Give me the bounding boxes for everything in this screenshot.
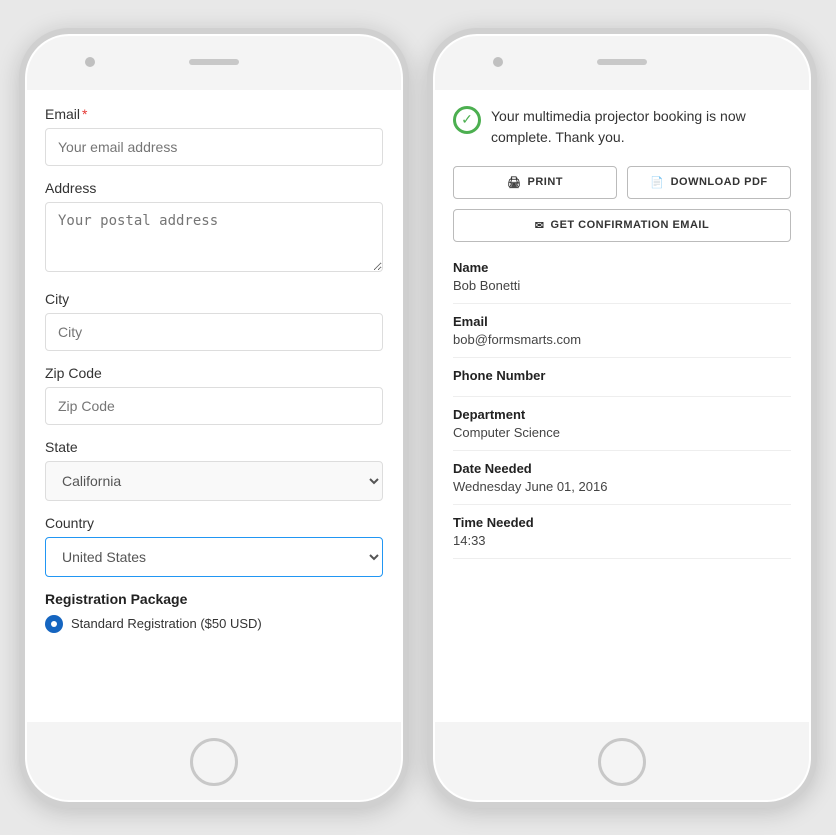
print-label: PRINT — [527, 176, 563, 188]
zip-label: Zip Code — [45, 365, 383, 381]
detail-email: Email bob@formsmarts.com — [453, 314, 791, 358]
address-group: Address — [45, 180, 383, 277]
confirmation-email-label: GET CONFIRMATION EMAIL — [551, 219, 710, 231]
city-input[interactable] — [45, 313, 383, 351]
download-pdf-button[interactable]: 📄 DOWNLOAD PDF — [627, 166, 791, 199]
bottom-bar-left — [25, 722, 403, 802]
city-group: City — [45, 291, 383, 351]
state-label: State — [45, 439, 383, 455]
action-buttons-row1: 🖨 PRINT 📄 DOWNLOAD PDF — [453, 166, 791, 199]
download-label: DOWNLOAD PDF — [671, 176, 768, 188]
details-list: Name Bob Bonetti Email bob@formsmarts.co… — [453, 260, 791, 559]
state-select[interactable]: California New York Texas Florida — [45, 461, 383, 501]
email-input[interactable] — [45, 128, 383, 166]
get-confirmation-email-button[interactable]: ✉ GET CONFIRMATION EMAIL — [453, 209, 791, 242]
camera-right — [493, 57, 503, 67]
radio-dot[interactable] — [45, 615, 63, 633]
country-group: Country United States Canada United King… — [45, 515, 383, 577]
success-banner: ✓ Your multimedia projector booking is n… — [453, 106, 791, 148]
home-button-left[interactable] — [190, 738, 238, 786]
pdf-icon: 📄 — [650, 176, 664, 189]
zip-input[interactable] — [45, 387, 383, 425]
detail-department: Department Computer Science — [453, 407, 791, 451]
detail-phone: Phone Number — [453, 368, 791, 397]
camera-left — [85, 57, 95, 67]
country-label: Country — [45, 515, 383, 531]
check-circle-icon: ✓ — [453, 106, 481, 134]
print-icon: 🖨 — [507, 176, 521, 189]
country-select[interactable]: United States Canada United Kingdom — [45, 537, 383, 577]
detail-date: Date Needed Wednesday June 01, 2016 — [453, 461, 791, 505]
email-icon: ✉ — [535, 219, 545, 232]
phone-top-bar-right — [433, 34, 811, 90]
registration-group: Registration Package Standard Registrati… — [45, 591, 383, 633]
success-message: Your multimedia projector booking is now… — [491, 106, 791, 148]
form-content: Email* Address City Zip Code State — [25, 90, 403, 722]
email-label: Email* — [45, 106, 383, 122]
detail-name: Name Bob Bonetti — [453, 260, 791, 304]
left-phone: Email* Address City Zip Code State — [19, 28, 409, 808]
registration-label: Registration Package — [45, 591, 383, 607]
zip-group: Zip Code — [45, 365, 383, 425]
speaker-right — [597, 59, 647, 65]
bottom-bar-right — [433, 722, 811, 802]
city-label: City — [45, 291, 383, 307]
address-label: Address — [45, 180, 383, 196]
right-phone: ✓ Your multimedia projector booking is n… — [427, 28, 817, 808]
detail-time: Time Needed 14:33 — [453, 515, 791, 559]
email-group: Email* — [45, 106, 383, 166]
address-input[interactable] — [45, 202, 383, 272]
radio-group: Standard Registration ($50 USD) — [45, 615, 383, 633]
state-group: State California New York Texas Florida — [45, 439, 383, 501]
speaker-left — [189, 59, 239, 65]
print-button[interactable]: 🖨 PRINT — [453, 166, 617, 199]
home-button-right[interactable] — [598, 738, 646, 786]
phone-top-bar-left — [25, 34, 403, 90]
scene: Email* Address City Zip Code State — [19, 28, 817, 808]
radio-label: Standard Registration ($50 USD) — [71, 616, 262, 631]
confirmation-content: ✓ Your multimedia projector booking is n… — [433, 90, 811, 722]
